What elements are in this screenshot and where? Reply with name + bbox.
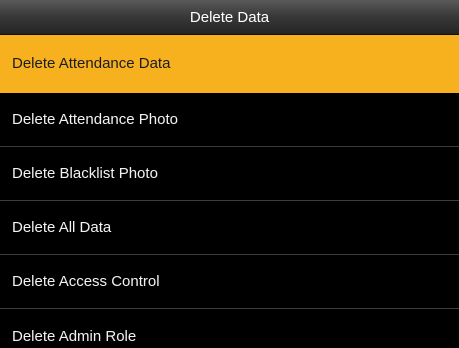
menu-item-label: Delete Access Control [12,273,160,290]
menu-item-delete-attendance-photo[interactable]: Delete Attendance Photo [0,93,459,147]
menu-item-label: Delete Admin Role [12,327,137,345]
delete-data-menu: Delete Attendance Data Delete Attendance… [0,35,459,348]
menu-item-delete-admin-role[interactable]: Delete Admin Role [0,309,459,348]
page-title: Delete Data [189,8,270,26]
title-bar: Delete Data [0,0,459,35]
menu-item-label: Delete Attendance Data [12,55,171,72]
menu-item-delete-blacklist-photo[interactable]: Delete Blacklist Photo [0,147,459,201]
device-screen: Delete Data Delete Attendance Data Delet… [0,0,459,348]
menu-item-delete-all-data[interactable]: Delete All Data [0,201,459,255]
menu-item-label: Delete Attendance Photo [12,111,178,128]
menu-item-label: Delete Blacklist Photo [12,165,158,182]
menu-item-label: Delete All Data [12,219,112,236]
menu-item-delete-access-control[interactable]: Delete Access Control [0,255,459,309]
menu-item-delete-attendance-data[interactable]: Delete Attendance Data [0,35,459,93]
